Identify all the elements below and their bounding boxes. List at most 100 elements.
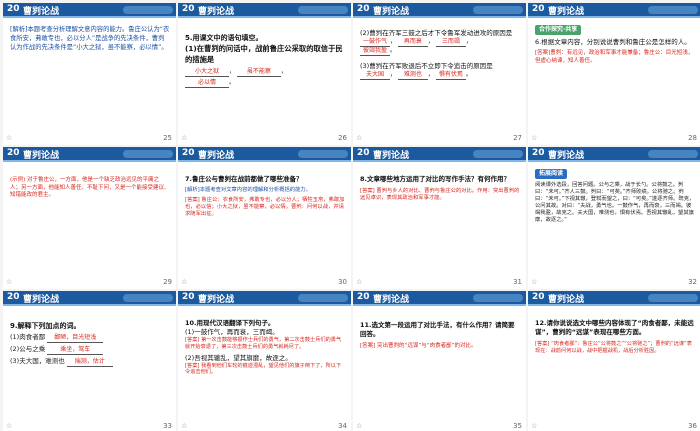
- lesson-number: 20: [532, 148, 545, 158]
- question-text: 12.请你说说选文中哪些内容体现了“肉食者鄙，未能远谋”，曹刿的“远谋”表现在哪…: [535, 319, 694, 336]
- answer-text: (示例) 对于鲁庄公，一方面，他是一个缺乏政治远见的平庸之人；另一方面，他能知人…: [10, 177, 170, 198]
- question-text: 10.用现代汉语翻译下列句子。: [185, 319, 275, 327]
- star-icon: ☆: [531, 278, 538, 286]
- slide-header: 20 曹刿论战: [353, 291, 526, 306]
- slide-header: 20 曹刿论战: [528, 147, 700, 162]
- slide-body: 拓展阅读 阅读课外选段，回答问题。公与之乘，战于长勺。公将鼓之。刿曰：“未可。”…: [535, 169, 695, 275]
- page-number: 31: [513, 278, 522, 286]
- star-icon: ☆: [531, 422, 538, 430]
- answer-row: (3)夫大国，难测也 揣测，估计: [10, 357, 170, 367]
- lesson-number: 20: [357, 4, 370, 14]
- slide-body: 9.解释下列加点的词。 (1)肉食者鄙 鄙陋，目光短浅 (2)公与之乘 乘坐，驾…: [10, 313, 170, 419]
- answer-blank: 乘坐，驾车: [47, 346, 104, 355]
- passage-text: 阅读课外选段，回答问题。公与之乘，战于长勺。公将鼓之。刿曰：“未可。”齐人三鼓。…: [535, 182, 695, 223]
- analysis-text: [解析]本题考查分析理解文意内容的能力。鲁庄公认为“衣食所安，弗敢专也，必以分人…: [10, 26, 170, 51]
- lesson-title: 曹刿论战: [23, 151, 60, 161]
- slide-body: [解析]本题考查分析理解文意内容的能力。鲁庄公认为“衣食所安，弗敢专也，必以分人…: [10, 25, 170, 131]
- lesson-title: 曹刿论战: [548, 7, 585, 17]
- answer-blank: 虽不能察: [236, 68, 281, 77]
- answer-row: 必以情。: [185, 79, 345, 88]
- slide-header: 20 曹刿论战: [528, 291, 700, 306]
- lesson-title: 曹刿论战: [373, 295, 410, 305]
- star-icon: ☆: [356, 134, 363, 142]
- item-text: (3)夫大国，难测也: [10, 357, 65, 365]
- answer-blank: 惧有伏焉: [435, 71, 466, 80]
- question-text: 9.解释下列加点的词。: [10, 322, 81, 330]
- answer-blank: 难测也: [397, 71, 428, 80]
- slide-thumbnail[interactable]: 20 曹刿论战 7.鲁庄公与曹刿在战前都做了哪些准备？ [解析]本题考查对文章内…: [178, 147, 351, 289]
- answer-row: (1)肉食者鄙 鄙陋，目光短浅: [10, 333, 170, 343]
- lesson-title: 曹刿论战: [23, 295, 60, 305]
- answer-row: 一鼓作气， 再而衰， 三而竭，: [360, 38, 520, 47]
- star-icon: ☆: [6, 278, 13, 286]
- slide-thumbnail[interactable]: 20 曹刿论战 5.用课文中的语句填空。 (1)在曹刿的问话中，战前鲁庄公采取的…: [178, 3, 351, 145]
- lesson-title: 曹刿论战: [373, 7, 410, 17]
- answer-blank: 彼竭我盈: [360, 47, 390, 56]
- lesson-title: 曹刿论战: [23, 7, 60, 17]
- answer-blank: 三而竭: [435, 38, 466, 47]
- slide-header: 20 曹刿论战: [178, 291, 351, 306]
- lesson-title: 曹刿论战: [373, 151, 410, 161]
- slide-thumbnail[interactable]: 20 曹刿论战 (示例) 对于鲁庄公，一方面，他是一个缺乏政治远见的平庸之人；另…: [3, 147, 176, 289]
- star-icon: ☆: [6, 422, 13, 430]
- slide-thumbnail[interactable]: 20 曹刿论战 (2)曹刿在齐军三鼓之后才下令鲁军发动进攻的原因是 一鼓作气， …: [353, 3, 526, 145]
- slide-thumbnail[interactable]: 20 曹刿论战 11.选文第一段运用了对比手法，有什么作用？请简要回答。 [答案…: [353, 291, 526, 431]
- page-number: 26: [338, 134, 347, 142]
- slide-thumbnail[interactable]: 20 曹刿论战 12.请你说说选文中哪些内容体现了“肉食者鄙，未能远谋”，曹刿的…: [528, 291, 700, 431]
- slide-header: 20 曹刿论战: [353, 3, 526, 18]
- question-text: 11.选文第一段运用了对比手法，有什么作用？请简要回答。: [360, 321, 515, 338]
- answer-text: [答案] 突出曹刿的“远谋”与“肉食者鄙”的对比。: [360, 343, 477, 349]
- answer-text: [答案] “肉食者鄙”：鲁庄公“公将鼓之”“公将驰之”；曹刿的“远谋”表现在：战…: [535, 341, 692, 354]
- slide-thumbnail[interactable]: 20 曹刿论战 [解析]本题考查分析理解文意内容的能力。鲁庄公认为“衣食所安，弗…: [3, 3, 176, 145]
- slide-body: 12.请你说说选文中哪些内容体现了“肉食者鄙，未能远谋”，曹刿的“远谋”表现在哪…: [535, 313, 695, 419]
- question-text: 7.鲁庄公与曹刿在战前都做了哪些准备？: [185, 175, 303, 183]
- lesson-title: 曹刿论战: [198, 7, 235, 17]
- page-number: 30: [338, 278, 347, 286]
- lesson-number: 20: [182, 4, 195, 14]
- item-text: (2)公与之乘: [10, 345, 46, 353]
- page-number: 29: [163, 278, 172, 286]
- slide-thumbnail[interactable]: 20 曹刿论战 8.文章哪些地方运用了对比的写作手法？有何作用？ [答案] 曹刿…: [353, 147, 526, 289]
- lesson-number: 20: [7, 292, 20, 302]
- answer-blank: 揣测，估计: [66, 358, 113, 367]
- answer-blank: 夫大国: [360, 71, 390, 80]
- slide-header: 20 曹刿论战: [3, 291, 176, 306]
- star-icon: ☆: [181, 278, 188, 286]
- page-number: 27: [513, 134, 522, 142]
- slide-thumbnail[interactable]: 20 曹刿论战 10.用现代汉语翻译下列句子。 (1)一鼓作气，再而衰，三而竭。…: [178, 291, 351, 431]
- question-text: 5.用课文中的语句填空。: [185, 34, 263, 42]
- answer-row: (2)公与之乘 乘坐，驾车: [10, 345, 170, 355]
- answer-text: [答案] 鲁庄公：衣食所安，弗敢专也，必以分人；牺牲玉帛，弗敢加也，必以信；小大…: [185, 197, 345, 217]
- section-tag: 合作探究·共享: [535, 25, 582, 35]
- lesson-title: 曹刿论战: [198, 151, 235, 161]
- answer-text: [答案]曹刿：有远见，政治和军事才能兼备；鲁庄公：目光短浅，但虚心纳谏，知人善任…: [535, 50, 694, 64]
- lesson-number: 20: [357, 148, 370, 158]
- sentence-text: (1)一鼓作气，再而衰，三而竭。: [185, 328, 279, 336]
- slide-body: 5.用课文中的语句填空。 (1)在曹刿的问话中，战前鲁庄公采取的取信于民的措施是…: [185, 25, 345, 131]
- lesson-title: 曹刿论战: [198, 295, 235, 305]
- answer-text: [答案] 第一次击鼓能够振作士兵们的勇气，第二次击鼓士兵们的勇气就开始衰退了，第…: [185, 337, 342, 350]
- lesson-number: 20: [182, 148, 195, 158]
- slide-thumbnail[interactable]: 20 曹刿论战 合作探究·共享 6.根据文章内容，分别说说曹刿和鲁庄公是怎样的人…: [528, 3, 700, 145]
- lesson-number: 20: [357, 292, 370, 302]
- header-decoration: [648, 150, 698, 158]
- slide-thumbnail[interactable]: 20 曹刿论战 9.解释下列加点的词。 (1)肉食者鄙 鄙陋，目光短浅 (2)公…: [3, 291, 176, 431]
- slide-body: 合作探究·共享 6.根据文章内容，分别说说曹刿和鲁庄公是怎样的人。 [答案]曹刿…: [535, 25, 695, 131]
- question-text: (1)在曹刿的问话中，战前鲁庄公采取的取信于民的措施是: [185, 44, 343, 64]
- slide-header: 20 曹刿论战: [178, 3, 351, 18]
- header-decoration: [473, 6, 523, 14]
- header-decoration: [473, 294, 523, 302]
- slide-header: 20 曹刿论战: [178, 147, 351, 162]
- lesson-number: 20: [182, 292, 195, 302]
- question-text: (2)曹刿在齐军三鼓之后才下令鲁军发动进攻的原因是: [360, 29, 513, 37]
- header-decoration: [648, 294, 698, 302]
- star-icon: ☆: [531, 134, 538, 142]
- answer-blank: 小大之狱: [185, 68, 229, 77]
- question-text: 8.文章哪些地方运用了对比的写作手法？有何作用？: [360, 175, 510, 183]
- star-icon: ☆: [356, 278, 363, 286]
- lesson-title: 曹刿论战: [548, 295, 585, 305]
- slide-thumbnail[interactable]: 20 曹刿论战 拓展阅读 阅读课外选段，回答问题。公与之乘，战于长勺。公将鼓之。…: [528, 147, 700, 289]
- header-decoration: [648, 6, 698, 14]
- analysis-text: [解析]本题考查对文章内容的理解和分析概括的能力。: [185, 187, 311, 193]
- answer-row: 小大之狱， 虽不能察，: [185, 68, 345, 77]
